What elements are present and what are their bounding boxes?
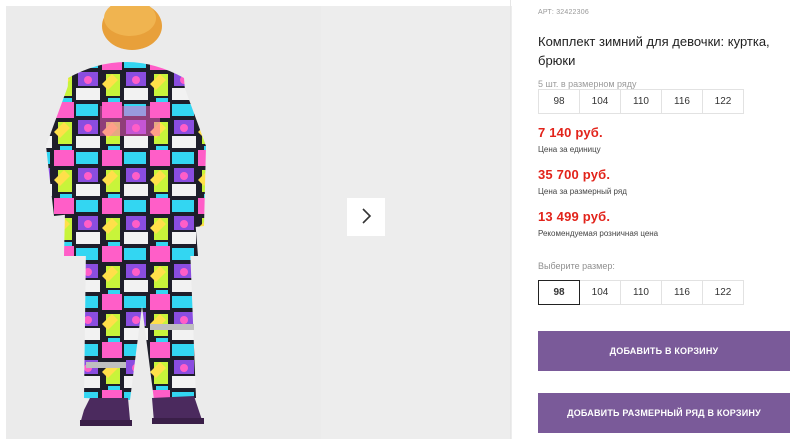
child-in-snowsuit-illustration: [6, 6, 321, 439]
gallery-next-button[interactable]: [347, 198, 385, 236]
size-option-104[interactable]: 104: [579, 280, 621, 305]
product-gallery: [0, 0, 512, 439]
pack-size-104: 104: [579, 89, 621, 114]
pack-size-122: 122: [702, 89, 744, 114]
pack-size-110: 110: [620, 89, 662, 114]
size-option-122[interactable]: 122: [702, 280, 744, 305]
chevron-right-icon: [360, 207, 372, 227]
pack-price: 35 700 руб.: [538, 167, 611, 182]
size-selector: 98 104 110 116 122: [538, 280, 744, 305]
size-select-label: Выберите размер:: [538, 261, 615, 271]
pack-price-label: Цена за размерный ряд: [538, 187, 627, 196]
pack-size-98: 98: [538, 89, 580, 114]
pack-size-116: 116: [661, 89, 703, 114]
size-option-116[interactable]: 116: [661, 280, 703, 305]
add-pack-to-cart-button[interactable]: ДОБАВИТЬ РАЗМЕРНЫЙ РЯД В КОРЗИНУ: [538, 393, 790, 433]
pack-sizes: 98 104 110 116 122: [538, 89, 744, 114]
article-number: АРТ: 32422306: [538, 9, 589, 16]
retail-price-label: Рекомендуемая розничная цена: [538, 229, 659, 238]
product-photo[interactable]: [6, 6, 321, 439]
retail-price: 13 499 руб.: [538, 209, 611, 224]
unit-price: 7 140 руб.: [538, 125, 603, 140]
unit-price-label: Цена за единицу: [538, 145, 601, 154]
size-option-98[interactable]: 98: [538, 280, 580, 305]
product-info: АРТ: 32422306 Комплект зимний для девочк…: [538, 0, 800, 439]
pack-count-label: 5 шт. в размерном ряду: [538, 79, 637, 89]
divider: [510, 0, 511, 439]
size-option-110[interactable]: 110: [620, 280, 662, 305]
add-to-cart-button[interactable]: ДОБАВИТЬ В КОРЗИНУ: [538, 331, 790, 371]
product-title: Комплект зимний для девочки: куртка, брю…: [538, 34, 770, 68]
